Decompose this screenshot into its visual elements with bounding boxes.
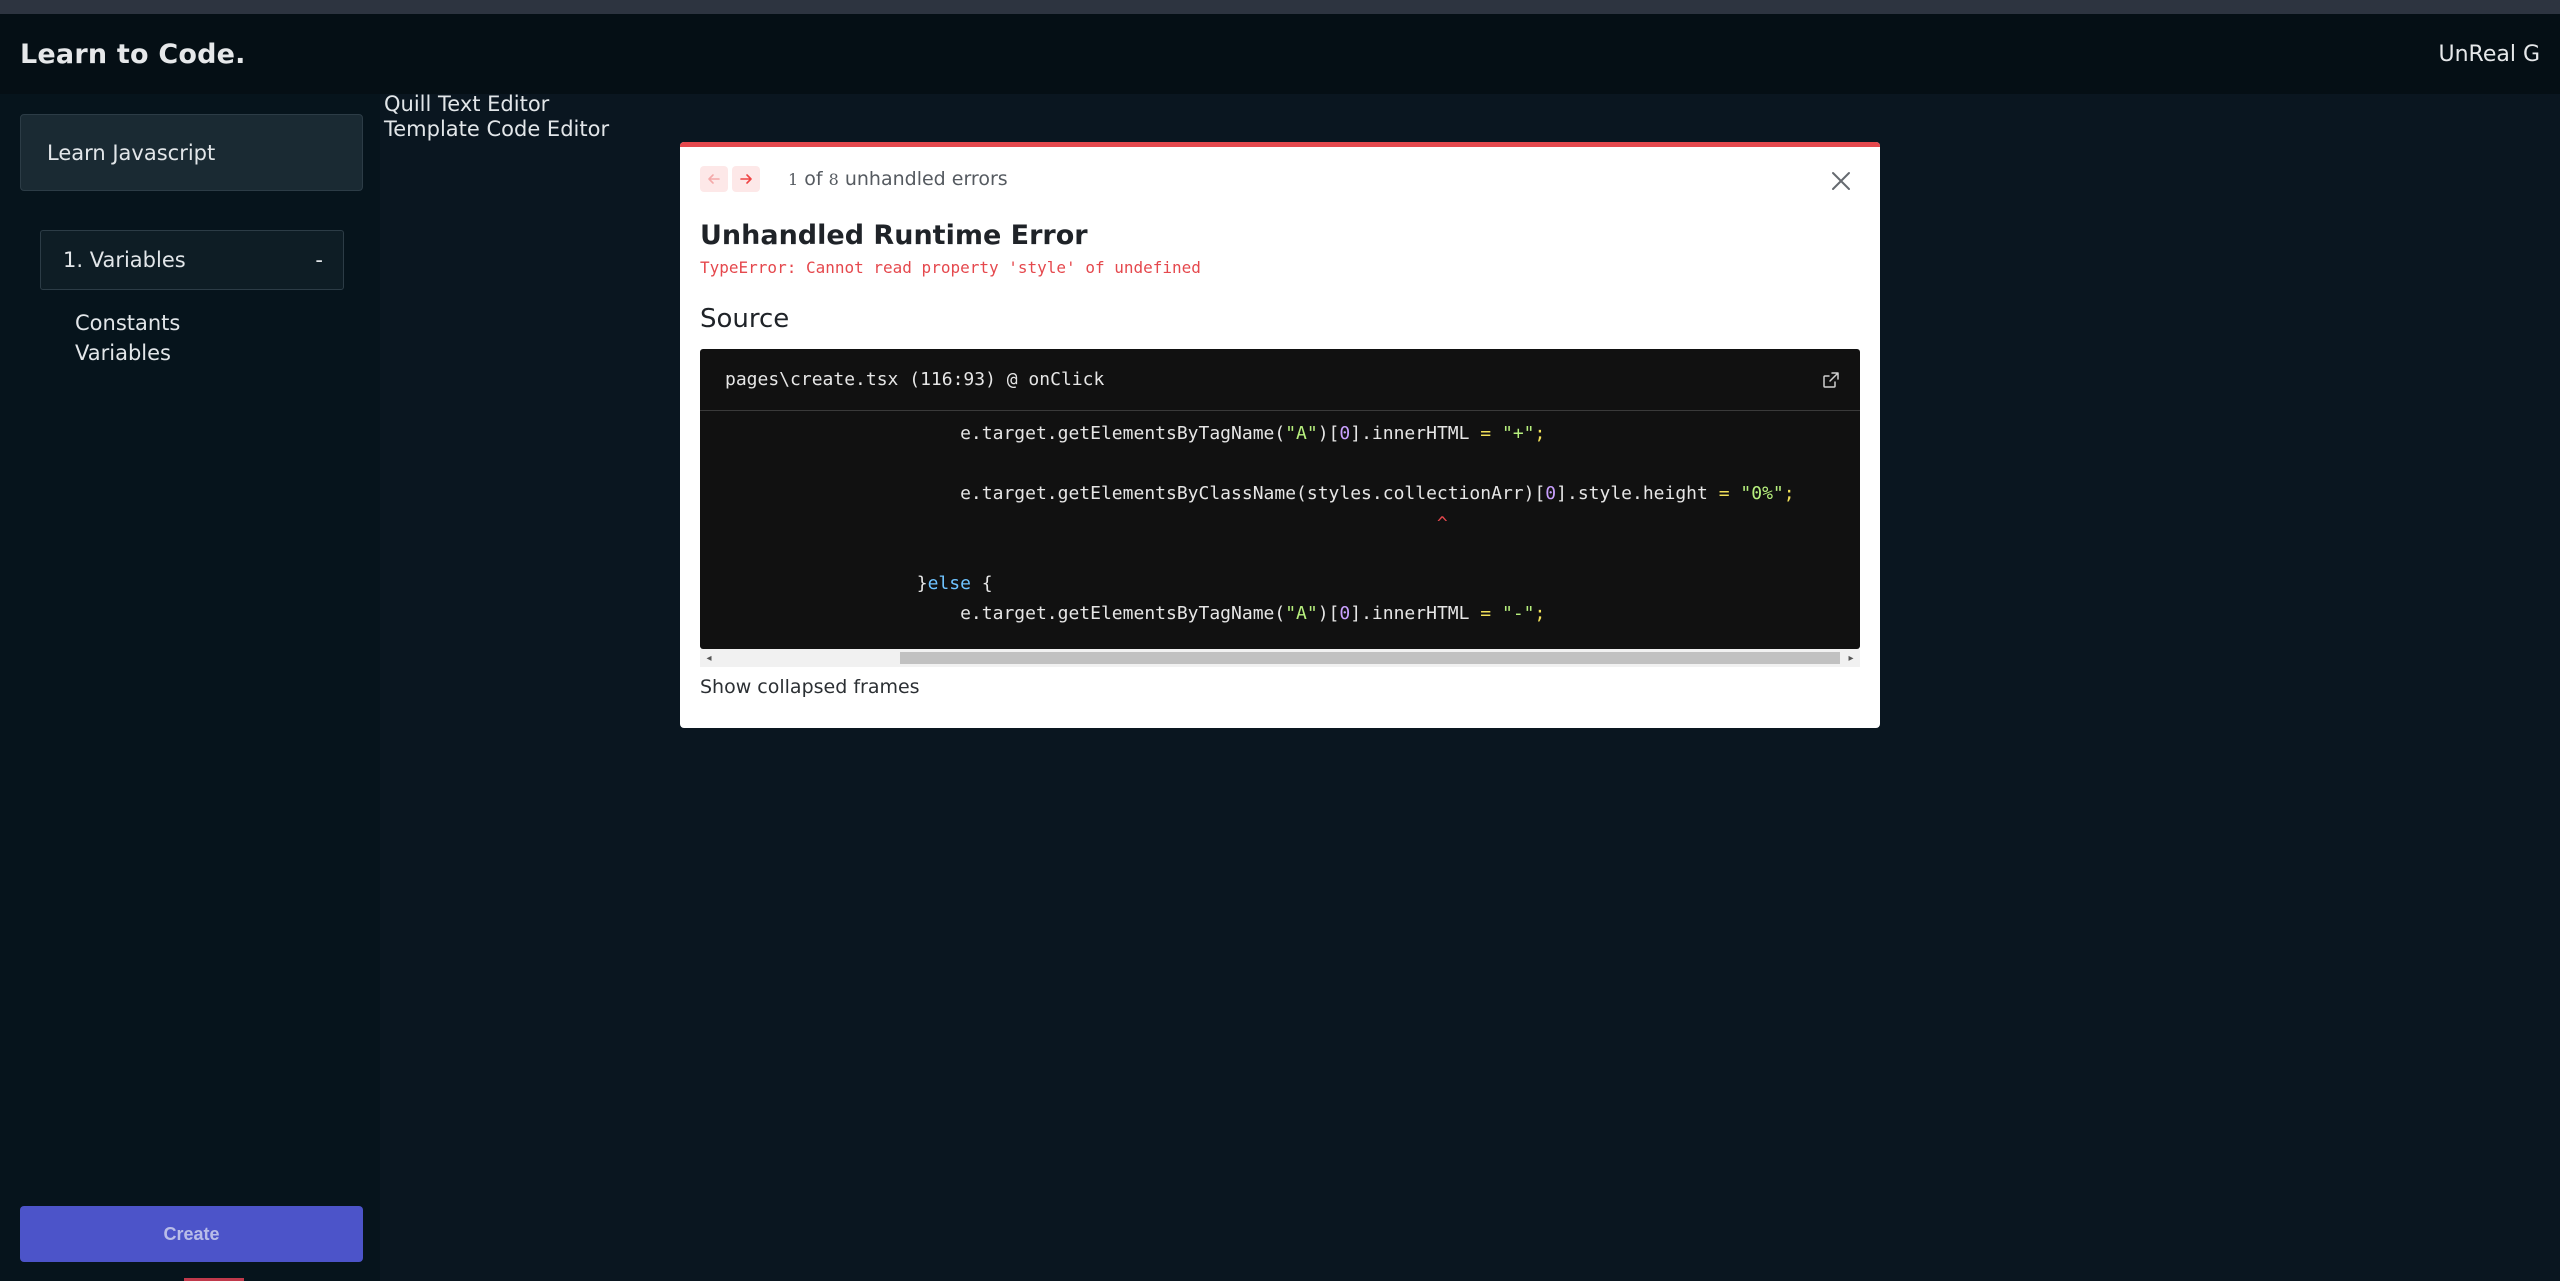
error-count-current: 1	[788, 170, 799, 189]
code-horizontal-scrollbar[interactable]: ◂ ▸	[700, 649, 1860, 667]
code-line: }else {	[700, 573, 993, 594]
create-button[interactable]: Create	[20, 1206, 363, 1262]
source-code-body: e.target.getElementsByTagName("A")[0].in…	[700, 411, 1860, 639]
scroll-left-arrow-icon[interactable]: ◂	[700, 649, 718, 667]
code-line: ^	[700, 513, 1448, 534]
code-token: )[	[1317, 603, 1340, 624]
code-token: =	[1718, 483, 1730, 504]
runtime-error-dialog: 1 of 8 unhandled errors Unhandled Runtim…	[680, 142, 1880, 728]
error-count-of: of	[798, 168, 829, 190]
code-token: "+"	[1501, 423, 1535, 444]
source-code-frame: pages\create.tsx (116:93) @ onClick e.ta…	[700, 349, 1860, 649]
error-count-total: 8	[828, 170, 839, 189]
code-token: =	[1480, 603, 1492, 624]
code-token: ;	[1783, 483, 1795, 504]
code-token: 0	[1339, 423, 1351, 444]
code-line: e.target.getElementsByClassName(styles.c…	[700, 483, 1795, 504]
error-pagination: 1 of 8 unhandled errors	[700, 166, 1008, 192]
quill-text-editor-link[interactable]: Quill Text Editor	[384, 92, 609, 117]
code-line: e.target.getElementsByTagName("A")[0].in…	[700, 603, 1545, 624]
code-token: "A"	[1285, 603, 1318, 624]
error-count: 1 of 8 unhandled errors	[788, 168, 1008, 190]
code-token: "0%"	[1740, 483, 1784, 504]
error-count-suffix: unhandled errors	[838, 168, 1008, 190]
code-token: ;	[1534, 423, 1546, 444]
source-file-header[interactable]: pages\create.tsx (116:93) @ onClick	[700, 349, 1860, 411]
code-token: )[	[1317, 423, 1340, 444]
template-code-editor-link[interactable]: Template Code Editor	[384, 117, 609, 142]
code-line: e.target.getElementsByTagName("A")[0].in…	[700, 423, 1545, 444]
code-token: e.target.getElementsByTagName(	[960, 603, 1286, 624]
code-token: =	[1480, 423, 1492, 444]
arrow-left-icon	[708, 174, 720, 184]
show-collapsed-frames-button[interactable]: Show collapsed frames	[700, 676, 920, 698]
code-token: 0	[1339, 603, 1351, 624]
main-link-list: Quill Text Editor Template Code Editor	[384, 92, 609, 142]
source-heading: Source	[700, 304, 790, 334]
code-token: ].innerHTML	[1350, 603, 1481, 624]
section-collapse-toggle[interactable]: -	[315, 248, 323, 272]
app-header: Learn to Code. UnReal G	[0, 14, 2560, 94]
code-token: ].innerHTML	[1350, 423, 1481, 444]
sidebar: Learn Javascript 1. Variables - Constant…	[0, 94, 380, 1281]
close-icon	[1832, 172, 1850, 190]
course-title-card[interactable]: Learn Javascript	[20, 114, 363, 191]
code-token: ].style.height	[1556, 483, 1719, 504]
code-token: "-"	[1501, 603, 1535, 624]
external-link-icon[interactable]	[1822, 371, 1840, 389]
browser-top-strip	[0, 0, 2560, 14]
code-token: ;	[1534, 603, 1546, 624]
code-token: }	[916, 573, 928, 594]
section-title: 1. Variables	[63, 248, 186, 272]
scroll-right-arrow-icon[interactable]: ▸	[1842, 649, 1860, 667]
code-token: else	[927, 573, 971, 594]
code-token: ^	[1436, 513, 1448, 534]
code-token: e.target.getElementsByClassName(styles.c…	[960, 483, 1546, 504]
source-file-location: pages\create.tsx (116:93) @ onClick	[725, 369, 1105, 390]
code-token: 0	[1545, 483, 1557, 504]
brand-logo-text[interactable]: Learn to Code.	[20, 39, 246, 70]
section-header-variables[interactable]: 1. Variables -	[40, 230, 344, 290]
error-message: TypeError: Cannot read property 'style' …	[700, 258, 1201, 277]
error-accent-bar	[680, 142, 1880, 147]
user-name[interactable]: UnReal G	[2438, 42, 2540, 67]
lesson-list: Constants Variables	[75, 308, 180, 368]
prev-error-button[interactable]	[700, 166, 728, 192]
error-title: Unhandled Runtime Error	[700, 220, 1088, 251]
scroll-thumb[interactable]	[900, 652, 1840, 664]
lesson-item-constants[interactable]: Constants	[75, 308, 180, 338]
code-token: {	[970, 573, 993, 594]
next-error-button[interactable]	[732, 166, 760, 192]
close-dialog-button[interactable]	[1828, 168, 1854, 194]
code-token: e.target.getElementsByTagName(	[960, 423, 1286, 444]
lesson-item-variables[interactable]: Variables	[75, 338, 180, 368]
arrow-right-icon	[740, 174, 752, 184]
code-token: "A"	[1285, 423, 1318, 444]
